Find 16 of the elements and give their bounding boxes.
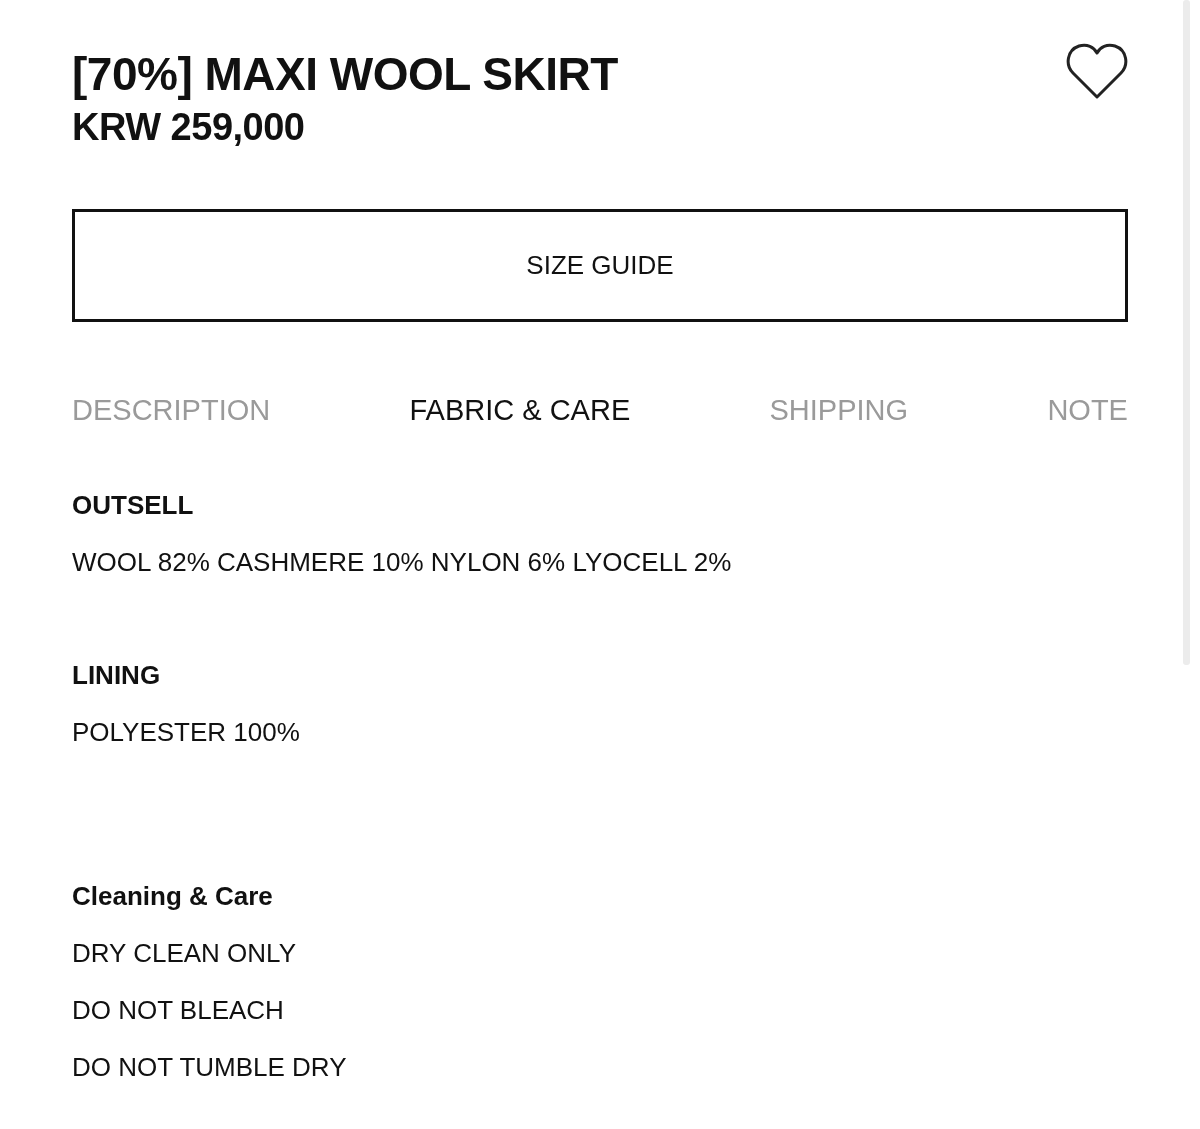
tab[interactable]: SHIPPING xyxy=(769,393,909,429)
detail-text: WOOL 82% CASHMERE 10% NYLON 6% LYOCELL 2% xyxy=(72,546,733,580)
section-heading: LINING xyxy=(72,659,162,693)
detail-text: DRY CLEAN ONLY xyxy=(72,937,297,971)
section-heading: Cleaning & Care xyxy=(72,880,274,914)
detail-text: POLYESTER 100% xyxy=(72,716,301,750)
detail-text: DO NOT TUMBLE DRY xyxy=(72,1051,348,1085)
tab[interactable]: NOTE xyxy=(1047,393,1128,429)
section-heading: OUTSELL xyxy=(72,489,195,523)
size-guide-button[interactable]: SIZE GUIDE xyxy=(72,209,1128,323)
tab[interactable]: DESCRIPTION xyxy=(72,393,271,429)
product-price: KRW 259,000 xyxy=(72,105,306,150)
detail-text: DO NOT BLEACH xyxy=(72,994,285,1028)
tab[interactable]: FABRIC & CARE xyxy=(409,393,631,429)
heart-icon[interactable] xyxy=(1066,42,1128,100)
product-title: [70%] MAXI WOOL SKIRT xyxy=(72,49,618,100)
